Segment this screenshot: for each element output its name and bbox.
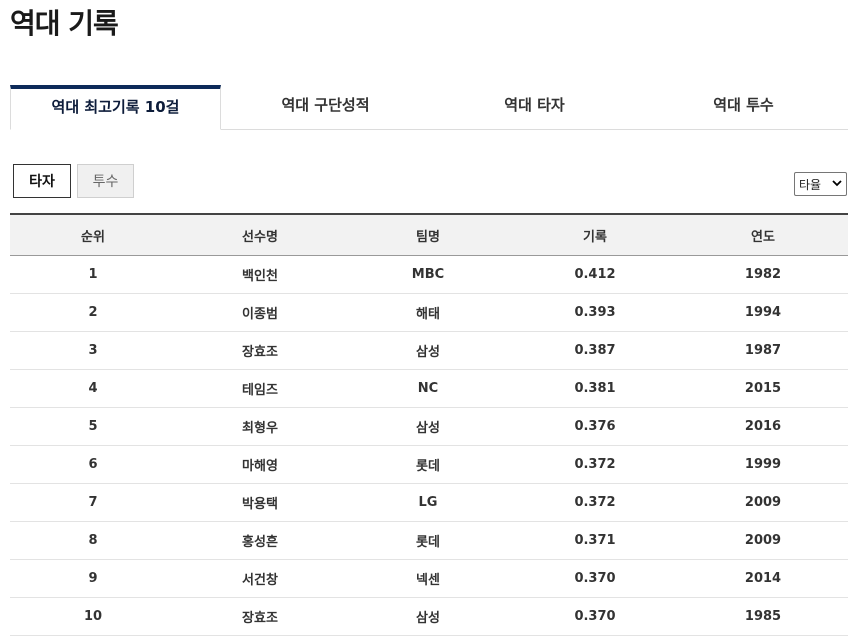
record-cell: 0.393 <box>512 293 678 332</box>
rank-cell: 3 <box>10 331 176 370</box>
player-cell: 홍성흔 <box>176 521 344 560</box>
team-cell: 롯데 <box>344 445 512 484</box>
rank-cell: 2 <box>10 293 176 332</box>
player-cell: 서건창 <box>176 559 344 598</box>
table-row: 9 서건창 넥센 0.370 2014 <box>10 559 848 598</box>
player-cell: 최형우 <box>176 407 344 446</box>
header-record: 기록 <box>512 213 678 256</box>
year-cell: 1987 <box>678 331 848 370</box>
team-cell: 삼성 <box>344 407 512 446</box>
rank-cell: 10 <box>10 597 176 636</box>
pitcher-button[interactable]: 투수 <box>77 164 134 198</box>
header-player: 선수명 <box>176 213 344 256</box>
record-tabs: 역대 최고기록 10걸 역대 구단성적 역대 타자 역대 투수 <box>10 85 848 130</box>
table-row: 1 백인천 MBC 0.412 1982 <box>10 255 848 294</box>
team-cell: 넥센 <box>344 559 512 598</box>
year-cell: 2009 <box>678 521 848 560</box>
records-table: 순위 선수명 팀명 기록 연도 1 백인천 MBC 0.412 1982 2 이종범 해태 0.… <box>10 213 848 636</box>
player-cell: 백인천 <box>176 255 344 294</box>
team-cell: NC <box>344 369 512 408</box>
year-cell: 1994 <box>678 293 848 332</box>
year-cell: 1985 <box>678 597 848 636</box>
table-header-row: 순위 선수명 팀명 기록 연도 <box>10 213 848 256</box>
rank-cell: 5 <box>10 407 176 446</box>
page-title: 역대 기록 <box>10 7 119 40</box>
tab-top10[interactable]: 역대 최고기록 10걸 <box>10 85 221 130</box>
stat-select[interactable]: 타율 <box>794 172 847 196</box>
year-cell: 2014 <box>678 559 848 598</box>
rank-cell: 9 <box>10 559 176 598</box>
year-cell: 2015 <box>678 369 848 408</box>
team-cell: 삼성 <box>344 597 512 636</box>
table-row: 6 마해영 롯데 0.372 1999 <box>10 445 848 484</box>
header-rank: 순위 <box>10 213 176 256</box>
player-cell: 이종범 <box>176 293 344 332</box>
year-cell: 1999 <box>678 445 848 484</box>
year-cell: 1982 <box>678 255 848 294</box>
player-type-toggle: 타자 투수 <box>13 164 134 198</box>
record-cell: 0.412 <box>512 255 678 294</box>
player-cell: 테임즈 <box>176 369 344 408</box>
table-row: 10 장효조 삼성 0.370 1985 <box>10 597 848 636</box>
header-team: 팀명 <box>344 213 512 256</box>
record-cell: 0.371 <box>512 521 678 560</box>
record-cell: 0.370 <box>512 559 678 598</box>
header-year: 연도 <box>678 213 848 256</box>
table-row: 4 테임즈 NC 0.381 2015 <box>10 369 848 408</box>
year-cell: 2016 <box>678 407 848 446</box>
table-row: 8 홍성흔 롯데 0.371 2009 <box>10 521 848 560</box>
team-cell: MBC <box>344 255 512 294</box>
table-row: 5 최형우 삼성 0.376 2016 <box>10 407 848 446</box>
table-row: 7 박용택 LG 0.372 2009 <box>10 483 848 522</box>
player-cell: 박용택 <box>176 483 344 522</box>
team-cell: LG <box>344 483 512 522</box>
rank-cell: 7 <box>10 483 176 522</box>
chevron-down-icon <box>832 179 842 190</box>
record-cell: 0.376 <box>512 407 678 446</box>
player-cell: 장효조 <box>176 331 344 370</box>
stat-select-value: 타율 <box>799 177 822 192</box>
table-row: 3 장효조 삼성 0.387 1987 <box>10 331 848 370</box>
tab-team-records[interactable]: 역대 구단성적 <box>221 85 430 129</box>
table-row: 2 이종범 해태 0.393 1994 <box>10 293 848 332</box>
rank-cell: 8 <box>10 521 176 560</box>
record-cell: 0.372 <box>512 483 678 522</box>
year-cell: 2009 <box>678 483 848 522</box>
record-cell: 0.372 <box>512 445 678 484</box>
player-cell: 장효조 <box>176 597 344 636</box>
rank-cell: 6 <box>10 445 176 484</box>
record-cell: 0.381 <box>512 369 678 408</box>
rank-cell: 1 <box>10 255 176 294</box>
rank-cell: 4 <box>10 369 176 408</box>
team-cell: 해태 <box>344 293 512 332</box>
team-cell: 롯데 <box>344 521 512 560</box>
tab-hitters[interactable]: 역대 타자 <box>430 85 639 129</box>
record-cell: 0.387 <box>512 331 678 370</box>
record-cell: 0.370 <box>512 597 678 636</box>
player-cell: 마해영 <box>176 445 344 484</box>
hitter-button[interactable]: 타자 <box>13 164 71 198</box>
tab-pitchers[interactable]: 역대 투수 <box>639 85 848 129</box>
team-cell: 삼성 <box>344 331 512 370</box>
